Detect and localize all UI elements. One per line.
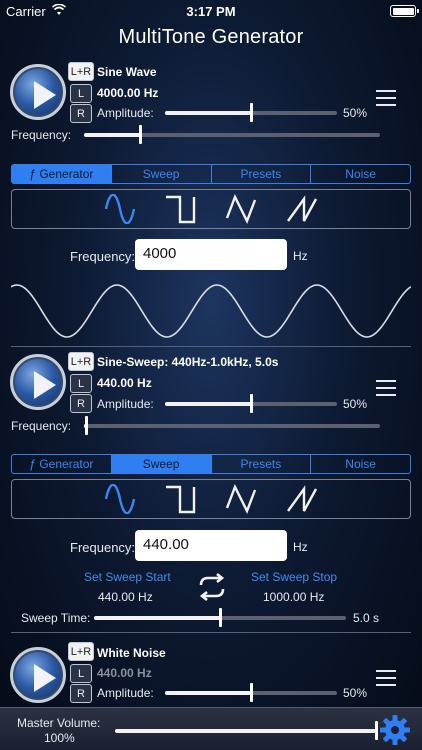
frequency-input[interactable]: 4000 xyxy=(135,239,287,270)
waveform-selector xyxy=(11,479,411,519)
channel-name: Sine Wave xyxy=(97,65,157,79)
status-time: 3:17 PM xyxy=(186,4,236,19)
channel-left-button[interactable]: L xyxy=(70,84,92,103)
channel-lr-button[interactable]: L+R xyxy=(68,352,94,371)
frequency-slider-thumb[interactable] xyxy=(138,125,142,144)
sweep-time-slider-thumb[interactable] xyxy=(218,608,222,627)
frequency-label: Frequency: xyxy=(11,419,72,433)
channel-right-button[interactable]: R xyxy=(70,684,92,703)
sawtooth-wave-icon[interactable] xyxy=(286,194,318,224)
sine-wave-icon[interactable] xyxy=(104,194,136,224)
waveform-selector xyxy=(11,189,411,229)
tab-noise[interactable]: Noise xyxy=(311,455,410,473)
section-divider xyxy=(11,632,411,633)
generator-frequency-label: Frequency: xyxy=(70,249,136,264)
sweep-frequency-label: Frequency: xyxy=(70,540,136,555)
generator-tabs: ƒ Generator Sweep Presets Noise xyxy=(11,454,411,474)
frequency-label: Frequency: xyxy=(11,128,72,142)
triangle-wave-icon[interactable] xyxy=(225,194,257,224)
frequency-slider[interactable] xyxy=(84,133,380,137)
master-volume-slider-fill xyxy=(115,729,376,733)
amplitude-label: Amplitude: xyxy=(97,397,154,411)
channel-right-button[interactable]: R xyxy=(70,394,92,413)
amplitude-value: 50% xyxy=(343,686,368,700)
tab-presets[interactable]: Presets xyxy=(212,455,312,473)
channel-left-button[interactable]: L xyxy=(70,374,92,393)
amplitude-label: Amplitude: xyxy=(97,686,154,700)
play-button[interactable] xyxy=(10,647,66,703)
swap-icon[interactable] xyxy=(196,573,228,601)
master-volume-label: Master Volume: xyxy=(17,716,101,730)
channel-name: Sine-Sweep: 440Hz-1.0kHz, 5.0s xyxy=(97,355,279,369)
amplitude-value: 50% xyxy=(343,397,368,411)
frequency-slider-fill xyxy=(84,133,141,137)
menu-icon[interactable] xyxy=(376,90,396,106)
waveform-display xyxy=(11,284,411,338)
set-sweep-start-button[interactable]: Set Sweep Start xyxy=(84,570,171,584)
sweep-time-value: 5.0 s xyxy=(353,611,380,625)
square-wave-icon[interactable] xyxy=(164,484,196,514)
channel-frequency: 440.00 Hz xyxy=(97,376,152,390)
gear-icon[interactable] xyxy=(379,714,411,746)
amplitude-slider-fill xyxy=(165,402,251,406)
master-volume-value: 100% xyxy=(44,731,75,745)
frequency-input[interactable]: 440.00 xyxy=(135,530,287,561)
battery-icon xyxy=(390,5,419,17)
tab-sweep[interactable]: Sweep xyxy=(111,455,212,473)
tab-sweep[interactable]: Sweep xyxy=(112,165,212,183)
menu-icon[interactable] xyxy=(376,380,396,396)
triangle-wave-icon[interactable] xyxy=(225,484,257,514)
channel-right-button[interactable]: R xyxy=(70,104,92,123)
master-volume-bar: Master Volume: 100% xyxy=(0,707,422,750)
amplitude-slider-thumb[interactable] xyxy=(249,394,253,413)
frequency-slider[interactable] xyxy=(84,424,380,428)
sawtooth-wave-icon[interactable] xyxy=(286,484,318,514)
tab-noise[interactable]: Noise xyxy=(311,165,410,183)
amplitude-slider-fill xyxy=(165,691,251,695)
frequency-unit: Hz xyxy=(293,249,308,263)
channel-left-button[interactable]: L xyxy=(70,664,92,683)
play-button[interactable] xyxy=(10,354,66,410)
channel-name: White Noise xyxy=(97,646,166,660)
square-wave-icon[interactable] xyxy=(164,194,196,224)
channel-frequency: 4000.00 Hz xyxy=(97,86,159,100)
generator-tabs: ƒ Generator Sweep Presets Noise xyxy=(11,164,411,184)
app-title: MultiTone Generator xyxy=(118,26,304,48)
amplitude-label: Amplitude: xyxy=(97,106,154,120)
tab-generator[interactable]: ƒ Generator xyxy=(12,165,112,183)
tab-presets[interactable]: Presets xyxy=(212,165,312,183)
amplitude-slider-fill xyxy=(165,111,251,115)
sweep-time-slider-fill xyxy=(94,616,220,620)
sweep-time-label: Sweep Time: xyxy=(21,611,91,625)
menu-icon[interactable] xyxy=(376,670,396,686)
tab-generator[interactable]: ƒ Generator xyxy=(12,455,112,473)
channel-frequency: 440.00 Hz xyxy=(97,666,152,680)
amplitude-value: 50% xyxy=(343,106,368,120)
frequency-unit: Hz xyxy=(293,540,308,554)
channel-lr-button[interactable]: L+R xyxy=(68,62,94,81)
frequency-slider-thumb[interactable] xyxy=(85,416,89,435)
channel-lr-button[interactable]: L+R xyxy=(68,642,94,661)
section-divider xyxy=(11,346,411,347)
sweep-stop-value: 1000.00 Hz xyxy=(263,590,325,604)
sweep-start-value: 440.00 Hz xyxy=(98,590,153,604)
status-bar: Carrier 3:17 PM xyxy=(0,0,422,22)
sine-wave-icon[interactable] xyxy=(104,484,136,514)
set-sweep-stop-button[interactable]: Set Sweep Stop xyxy=(251,570,337,584)
amplitude-slider-thumb[interactable] xyxy=(249,683,253,702)
master-volume-slider-thumb[interactable] xyxy=(374,721,378,740)
amplitude-slider-thumb[interactable] xyxy=(249,103,253,122)
play-button[interactable] xyxy=(10,64,66,120)
master-volume-slider[interactable] xyxy=(115,729,376,733)
